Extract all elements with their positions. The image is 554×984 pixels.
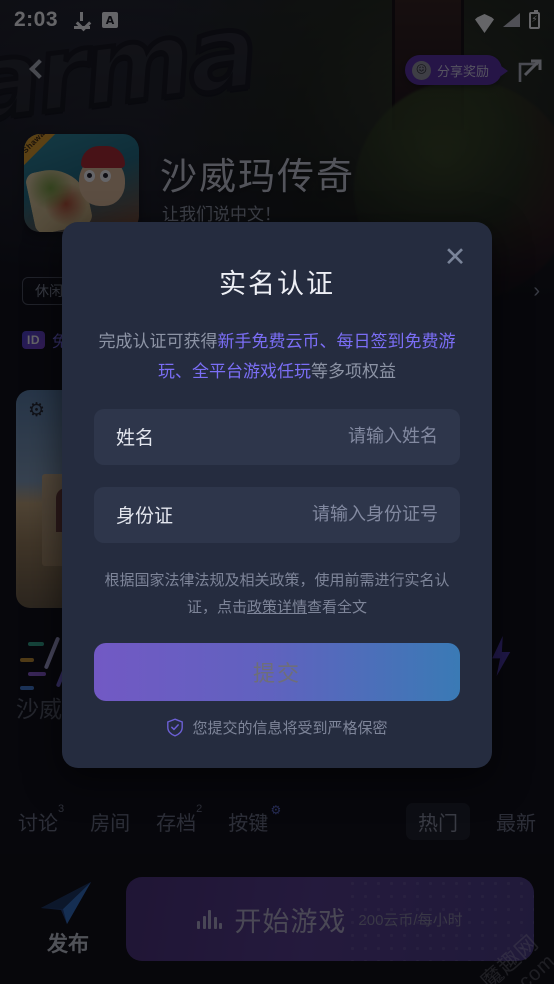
name-field-row[interactable]: 姓名 xyxy=(94,408,460,465)
name-field-label: 姓名 xyxy=(116,428,155,449)
desc-prefix: 完成认证可获得 xyxy=(98,332,218,351)
app-root: arma 😖 分享奖励 Shawa xyxy=(0,0,554,984)
dialog-description: 完成认证可获得新手免费云币、每日签到免费游玩、全平台游戏任玩等多项权益 xyxy=(94,327,460,387)
policy-details-link[interactable]: 政策详情 xyxy=(247,599,307,616)
privacy-text: 您提交的信息将受到严格保密 xyxy=(192,719,388,737)
close-icon[interactable]: ✕ xyxy=(438,240,472,274)
legal-notice: 根据国家法律法规及相关政策，使用前需进行实名认证，点击政策详情查看全文 xyxy=(94,567,460,621)
name-input[interactable] xyxy=(154,426,438,447)
privacy-note: 您提交的信息将受到严格保密 xyxy=(94,717,460,738)
realname-verification-dialog: ✕ 实名认证 完成认证可获得新手免费云币、每日签到免费游玩、全平台游戏任玩等多项… xyxy=(62,222,492,768)
desc-suffix: 等多项权益 xyxy=(311,361,396,381)
dialog-title: 实名认证 xyxy=(219,269,335,299)
idcard-field-label: 身份证 xyxy=(116,506,174,527)
shield-check-icon xyxy=(167,717,184,737)
legal-part2: 查看全文 xyxy=(307,598,368,616)
idcard-field-row[interactable]: 身份证 xyxy=(94,486,460,543)
idcard-input[interactable] xyxy=(173,504,438,525)
submit-button[interactable]: 提交 xyxy=(94,642,460,701)
